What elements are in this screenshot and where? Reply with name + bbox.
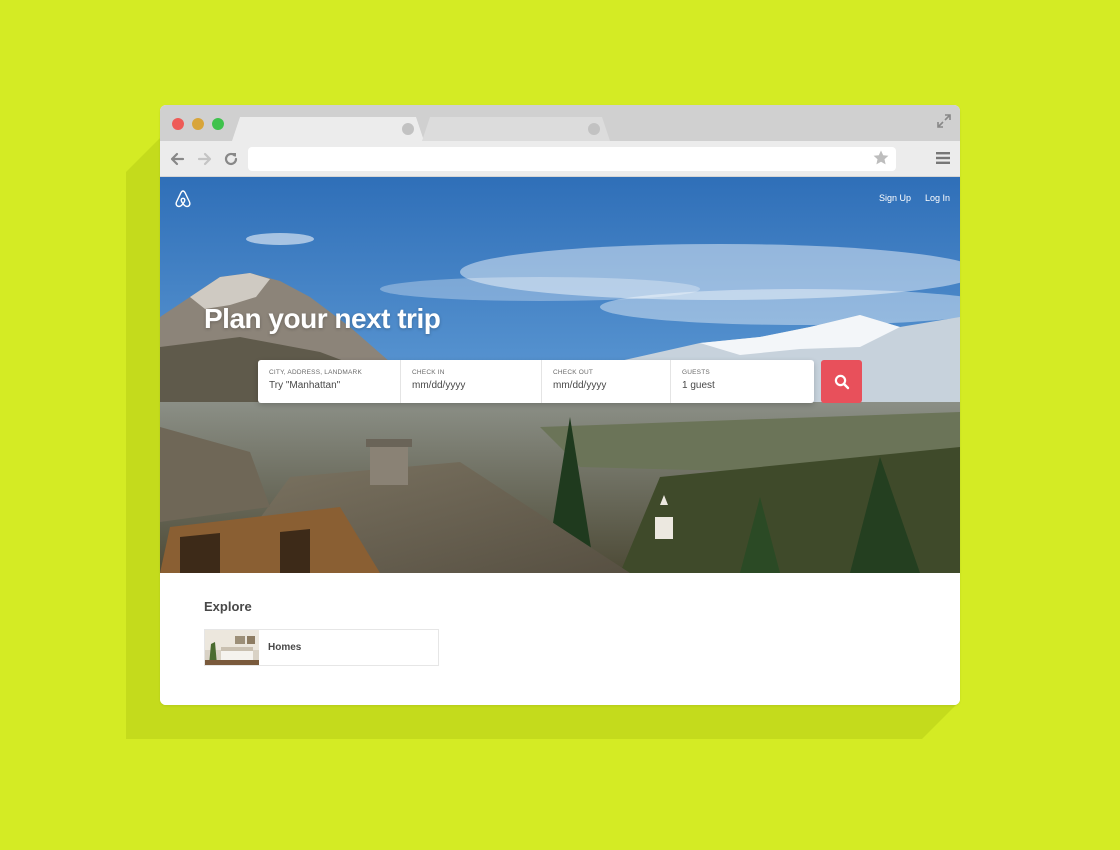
tab-close-icon[interactable] [588,123,600,135]
page-viewport: Sign Up Log In Plan your next trip CITY,… [160,177,960,705]
browser-window: Sign Up Log In Plan your next trip CITY,… [160,105,960,705]
explore-card-label: Homes [268,642,302,653]
explore-heading: Explore [204,599,252,614]
maximize-window-button[interactable] [212,118,224,130]
address-bar[interactable] [248,147,896,171]
star-icon[interactable] [872,149,890,167]
checkout-input[interactable]: mm/dd/yyyy [553,380,670,391]
minimize-window-button[interactable] [192,118,204,130]
reload-icon[interactable] [222,150,240,168]
tab-close-icon[interactable] [402,123,414,135]
guests-label: GUESTS [682,369,710,376]
browser-tab-inactive[interactable] [422,117,610,141]
checkin-field[interactable]: CHECK IN mm/dd/yyyy [401,360,542,403]
checkin-input[interactable]: mm/dd/yyyy [412,380,541,391]
browser-toolbar [160,141,960,177]
search-form: CITY, ADDRESS, LANDMARK Try "Manhattan" … [258,360,814,403]
explore-card-homes[interactable]: Homes [204,629,439,666]
header-links: Sign Up Log In [879,193,950,203]
menu-icon[interactable] [936,151,950,165]
login-link[interactable]: Log In [925,193,950,203]
expand-icon[interactable] [936,113,952,129]
checkout-field[interactable]: CHECK OUT mm/dd/yyyy [542,360,671,403]
close-window-button[interactable] [172,118,184,130]
hero-title: Plan your next trip [204,303,441,334]
location-label: CITY, ADDRESS, LANDMARK [269,369,362,376]
signup-link[interactable]: Sign Up [879,193,911,203]
hero-section: Sign Up Log In Plan your next trip CITY,… [160,177,960,573]
forward-arrow-icon[interactable] [196,150,214,168]
guests-field[interactable]: GUESTS 1 guest [671,360,814,403]
browser-tab-active[interactable] [232,117,424,141]
location-input[interactable]: Try "Manhattan" [269,380,400,391]
location-field[interactable]: CITY, ADDRESS, LANDMARK Try "Manhattan" [258,360,401,403]
checkout-label: CHECK OUT [553,369,594,376]
search-button[interactable] [821,360,862,403]
browser-titlebar [160,105,960,141]
homes-thumbnail [205,630,259,665]
airbnb-logo-icon[interactable] [174,189,192,209]
checkin-label: CHECK IN [412,369,445,376]
search-icon [834,374,849,389]
back-arrow-icon[interactable] [168,150,186,168]
guests-select[interactable]: 1 guest [682,380,814,391]
